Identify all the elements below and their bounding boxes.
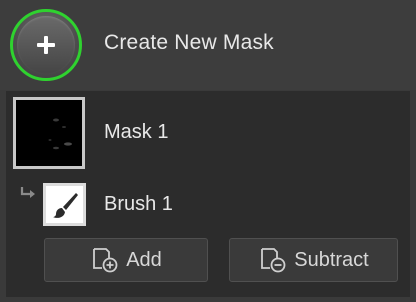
brush-icon (52, 192, 78, 218)
mask-preview-image (16, 100, 82, 166)
create-new-mask-label[interactable]: Create New Mask (104, 31, 274, 55)
add-button[interactable]: Add (44, 238, 208, 282)
brush-1-label[interactable]: Brush 1 (104, 193, 173, 216)
create-button-face (17, 16, 75, 74)
mask-1-label[interactable]: Mask 1 (104, 121, 168, 144)
brush-thumbnail[interactable] (43, 183, 86, 226)
create-new-mask-button[interactable] (10, 9, 82, 81)
plus-icon (37, 36, 55, 54)
subtract-button-label: Subtract (294, 248, 369, 271)
add-shape-icon (93, 248, 118, 273)
mask-thumbnail[interactable] (13, 97, 85, 169)
subtract-button[interactable]: Subtract (229, 238, 398, 282)
mask-panel-header: Create New Mask (0, 0, 416, 90)
add-button-label: Add (126, 248, 162, 271)
subtract-shape-icon (261, 248, 286, 273)
sub-item-arrow-icon (20, 187, 35, 198)
